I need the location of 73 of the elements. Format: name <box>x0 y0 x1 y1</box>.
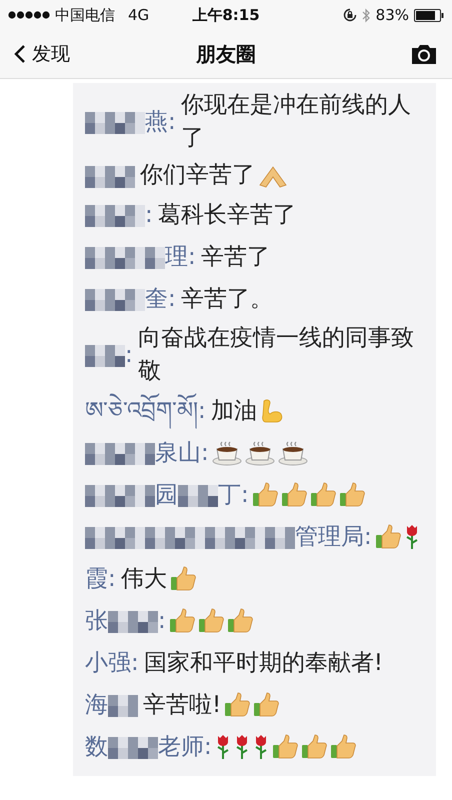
thumbs-up-icon <box>338 482 365 508</box>
comment-text: 向奋战在疫情一线的同事致敬 <box>138 324 415 386</box>
commenter-name[interactable]: : <box>158 602 166 640</box>
battery-percent: 83% <box>376 6 409 24</box>
rose-icon <box>214 734 231 760</box>
thumbs-up-icon <box>253 692 280 718</box>
pixelated-name-drawing <box>108 735 158 759</box>
comment-text: 加油 <box>210 396 257 426</box>
pixelated-name-drawing <box>85 164 135 188</box>
thumbs-up-icon <box>170 566 196 592</box>
commenter-name[interactable]: 理: <box>165 238 196 276</box>
carrier-name: 中国电信 <box>55 6 115 24</box>
chevron-left-icon <box>14 44 26 64</box>
battery-icon <box>414 8 444 22</box>
coffee-cup-icon <box>244 440 275 466</box>
thumbs-up-icon <box>374 524 401 550</box>
comment-text: 国家和平时期的奉献者! <box>144 648 384 678</box>
thumbs-up-icon <box>252 482 278 508</box>
commenter-name[interactable]: ཨ་ཅེ་འབྲོག་མོ།: <box>85 392 206 430</box>
thumbs-up-icon <box>280 482 307 508</box>
signal-icon <box>8 11 50 19</box>
commenter-name[interactable]: 园 <box>155 476 178 514</box>
rotation-lock-icon <box>342 8 357 22</box>
comment-text: 辛苦了。 <box>180 284 274 314</box>
back-label[interactable]: 发现 <box>32 41 70 67</box>
thumbs-up-icon <box>272 734 298 760</box>
pixelated-name-drawing <box>85 287 145 311</box>
camera-icon[interactable] <box>410 43 438 65</box>
rose-icon <box>234 734 250 760</box>
pixelated-name-drawing <box>108 693 138 717</box>
pixelated-name-drawing <box>85 110 145 134</box>
commenter-name[interactable]: 数 <box>85 728 108 766</box>
commenter-name[interactable]: 泉山: <box>155 434 209 472</box>
commenter-name[interactable]: 张 <box>85 602 108 640</box>
comment-text: 你们辛苦了 <box>140 161 255 190</box>
thumbs-up-icon <box>224 692 250 718</box>
back-button[interactable]: 发现 <box>14 41 104 67</box>
commenter-name[interactable]: 老师: <box>158 728 212 766</box>
pixelated-name-drawing <box>108 609 158 633</box>
thumbs-up-icon <box>310 482 336 508</box>
pixelated-name-drawing <box>85 203 145 227</box>
coffee-cup-icon <box>278 440 308 466</box>
flexed-arm-icon <box>260 398 284 424</box>
pixelated-name-drawing <box>85 343 125 367</box>
commenter-name[interactable]: 管理局: <box>295 518 372 556</box>
bluetooth-icon <box>362 8 371 22</box>
clock-time: 上午8:15 <box>192 6 260 24</box>
page-title: 朋友圈 <box>196 40 256 68</box>
rose-icon <box>404 524 420 550</box>
commenter-name[interactable]: 霞: <box>85 560 116 598</box>
network-type: 4G <box>128 6 150 24</box>
coffee-cup-icon <box>212 440 242 466</box>
pixelated-name-drawing <box>178 483 218 507</box>
rose-icon <box>252 734 269 760</box>
pixelated-name-drawing <box>85 483 155 507</box>
commenter-name[interactable]: 小强: <box>85 644 139 682</box>
thumbs-up-icon <box>300 734 327 760</box>
thumbs-up-icon <box>168 608 195 634</box>
pixelated-name-drawing <box>85 441 155 465</box>
thumbs-up-icon <box>226 608 253 634</box>
commenter-name[interactable]: 燕: <box>145 103 176 141</box>
thumbs-up-icon <box>330 734 356 760</box>
comment-text: 葛科长辛苦了 <box>158 200 297 230</box>
comment-text: 伟大 <box>120 564 167 594</box>
commenter-name[interactable]: 奎: <box>145 280 176 318</box>
commenter-name[interactable]: : <box>125 336 133 374</box>
comment-text: 你现在是冲在前线的人了 <box>180 91 412 153</box>
comment-text: 辛苦啦! <box>143 690 222 720</box>
commenter-name[interactable]: : <box>145 196 153 234</box>
commenter-name[interactable]: 丁: <box>218 476 249 514</box>
commenter-name[interactable]: 海 <box>85 686 108 724</box>
thumbs-up-icon <box>198 608 224 634</box>
comment-text: 辛苦了 <box>200 242 271 272</box>
